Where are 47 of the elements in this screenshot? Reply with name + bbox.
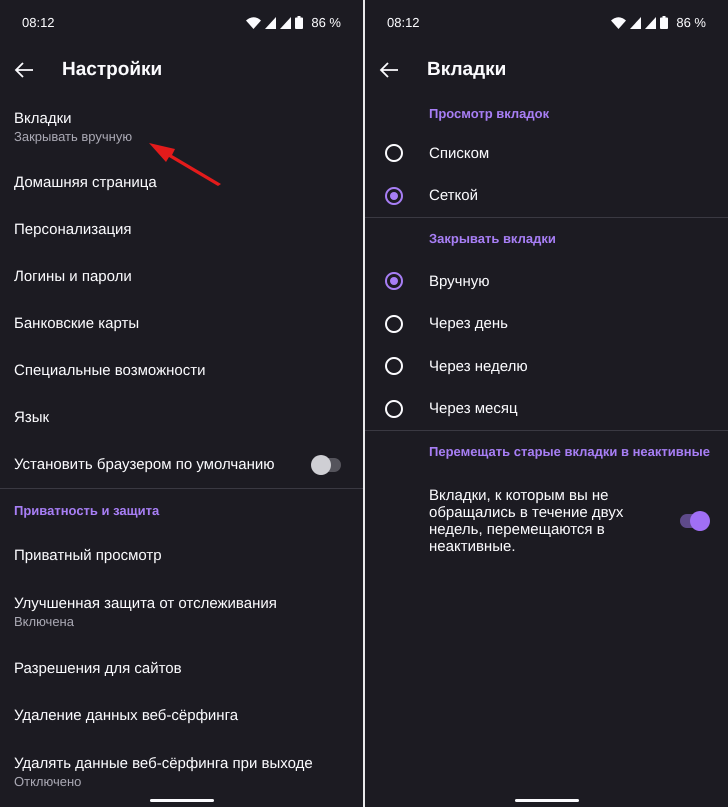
section-header: Закрывать вкладки [429,230,557,248]
wifi-icon [246,16,262,28]
setting-label: Персонализация [14,220,133,239]
option-label: Списком [429,144,490,163]
setting-label: Домашняя страница [14,173,158,192]
status-time: 08:12 [22,14,55,32]
signal-icon [645,16,656,28]
setting-label: Улучшенная защита от отслеживания [14,594,278,613]
signal-icon [280,16,292,28]
setting-label: Установить браузером по умолчанию [14,455,275,474]
setting-summary: Закрывать вручную [14,128,134,145]
back-arrow-icon[interactable] [14,62,34,78]
status-time: 08:12 [387,14,420,32]
setting-summary: Включена [14,613,75,630]
setting-label: Логины и пароли [14,267,133,286]
option-label: Сеткой [429,186,478,206]
battery-percent: 86 % [311,14,341,32]
section-header: Перемещать старые вкладки в неактивные [429,443,711,462]
section-header: Просмотр вкладок [429,104,550,123]
battery-icon [660,16,668,29]
setting-label: Вкладки, к которым вы не обращались в течение двух недель, перемещаются в неактивные. [429,487,624,555]
home-indicator [514,799,578,802]
setting-label: Приватный просмотр [14,546,163,565]
setting-summary: Отключено [14,773,82,790]
signal-icon [265,16,276,28]
signal-icon [630,16,642,28]
setting-label: Вкладки [14,109,73,128]
back-arrow-icon[interactable] [379,62,399,78]
option-label: Вручную [429,272,490,291]
radio-button[interactable] [385,186,403,205]
radio-button[interactable] [385,272,403,290]
home-indicator [150,799,214,802]
setting-label: Удалять данные веб-сёрфинга при выходе [14,754,314,773]
screen-title: Вкладки [427,58,506,82]
setting-label: Удаление данных веб-сёрфинга [14,706,240,725]
setting-label: Специальные возможности [14,361,206,380]
screen-title: Настройки [62,58,162,82]
setting-label: Банковские карты [14,314,140,333]
setting-label: Язык [14,408,50,427]
section-header: Приватность и защита [14,502,160,520]
setting-label: Разрешения для сайтов [14,659,183,678]
option-label: Через неделю [429,356,528,376]
battery-percent: 86 % [676,14,706,32]
option-label: Через месяц [429,399,518,418]
wifi-icon [611,16,626,28]
battery-icon [295,16,304,29]
option-label: Через день [429,314,508,334]
